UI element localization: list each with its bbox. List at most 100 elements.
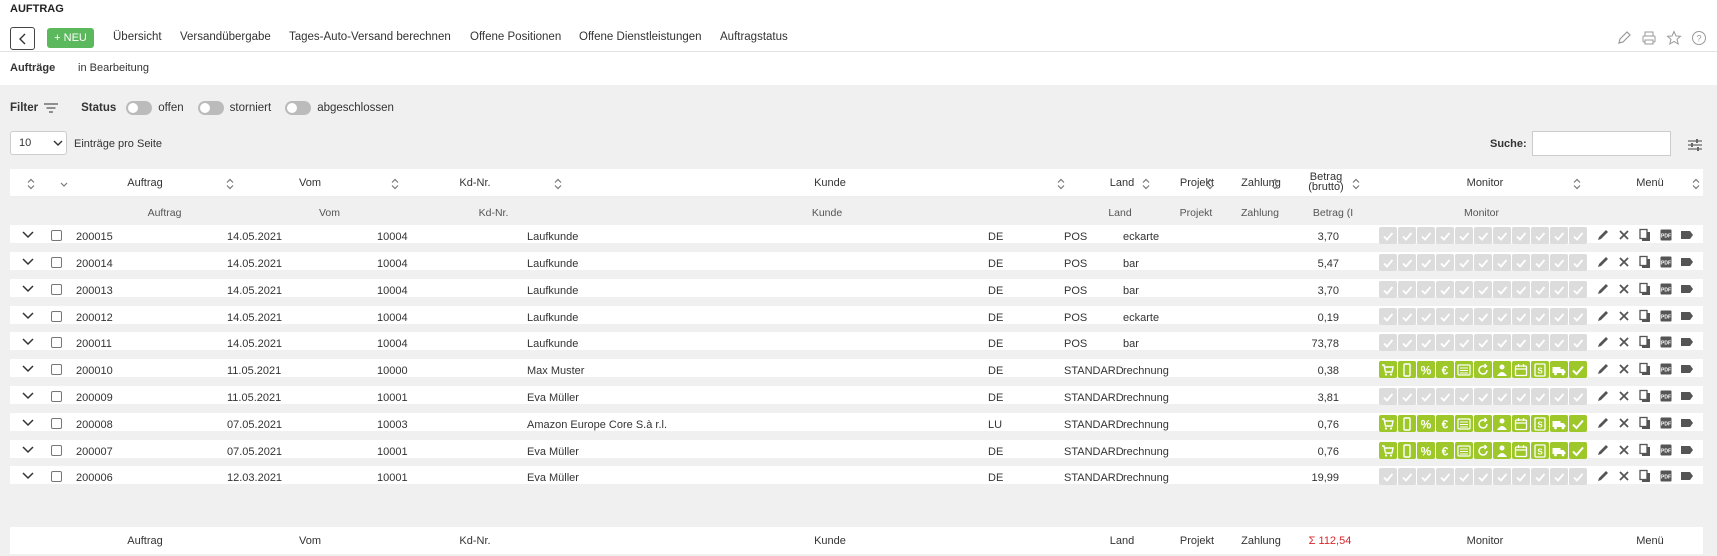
edit-icon[interactable] — [1596, 416, 1610, 430]
sort-icon[interactable] — [1271, 178, 1279, 190]
row-checkbox[interactable] — [51, 391, 62, 402]
tab-offene-dienstleistungen[interactable]: Offene Dienstleistungen — [579, 31, 702, 43]
filter-betrag[interactable]: Betrag (I — [1306, 203, 1360, 223]
col-land[interactable]: Land — [1095, 177, 1149, 189]
copy-icon[interactable] — [1638, 416, 1652, 430]
sort-icon[interactable] — [1573, 178, 1581, 190]
pdf-icon[interactable]: PDF — [1659, 362, 1673, 376]
col-kunde[interactable]: Kunde — [570, 177, 1090, 189]
tag-icon[interactable] — [1680, 443, 1694, 457]
delete-icon[interactable] — [1617, 282, 1631, 296]
row-checkbox[interactable] — [51, 230, 62, 241]
chevron-down-icon[interactable] — [22, 392, 34, 400]
row-checkbox[interactable] — [51, 445, 62, 456]
table-row[interactable]: 200009 11.05.2021 10001 Eva Müller DE STANDAR… — [10, 386, 1703, 410]
tab-versanduebergabe[interactable]: Versandübergabe — [180, 31, 271, 43]
col-monitor[interactable]: Monitor — [1390, 177, 1580, 189]
edit-icon[interactable] — [1596, 443, 1610, 457]
tag-icon[interactable] — [1680, 335, 1694, 349]
column-settings-icon[interactable] — [1687, 138, 1703, 152]
sort-icon[interactable] — [27, 178, 35, 190]
table-row[interactable]: 200011 14.05.2021 10004 Laufkunde DE POS bar 73… — [10, 332, 1703, 356]
edit-icon[interactable] — [1596, 469, 1610, 483]
pdf-icon[interactable]: PDF — [1659, 469, 1673, 483]
delete-icon[interactable] — [1617, 443, 1631, 457]
delete-icon[interactable] — [1617, 309, 1631, 323]
sort-icon[interactable] — [554, 178, 562, 190]
col-vom[interactable]: Vom — [260, 177, 360, 189]
delete-icon[interactable] — [1617, 228, 1631, 242]
pdf-icon[interactable]: PDF — [1659, 389, 1673, 403]
sort-icon[interactable] — [1142, 178, 1150, 190]
filter-kunde[interactable]: Kunde — [587, 203, 1067, 223]
pdf-icon[interactable]: PDF — [1659, 228, 1673, 242]
table-row[interactable]: 200014 14.05.2021 10004 Laufkunde DE POS bar 5,… — [10, 252, 1703, 276]
toggle-offen[interactable] — [126, 101, 153, 115]
row-checkbox[interactable] — [51, 471, 62, 482]
chevron-down-icon[interactable] — [22, 231, 34, 239]
star-icon[interactable] — [1666, 30, 1682, 46]
pdf-icon[interactable]: PDF — [1659, 255, 1673, 269]
tag-icon[interactable] — [1680, 309, 1694, 323]
chevron-down-icon[interactable] — [22, 472, 34, 480]
tag-icon[interactable] — [1680, 416, 1694, 430]
tag-icon[interactable] — [1680, 255, 1694, 269]
edit-icon[interactable] — [1596, 228, 1610, 242]
edit-icon[interactable] — [1596, 335, 1610, 349]
subnav-auftraege[interactable]: Aufträge — [10, 62, 55, 74]
filter-icon[interactable] — [43, 102, 59, 114]
chevron-down-icon[interactable] — [22, 365, 34, 373]
help-icon[interactable]: ? — [1691, 30, 1707, 46]
table-row[interactable]: 200006 12.03.2021 10001 Eva Müller DE STANDAR… — [10, 466, 1703, 490]
pdf-icon[interactable]: PDF — [1659, 416, 1673, 430]
delete-icon[interactable] — [1617, 335, 1631, 349]
copy-icon[interactable] — [1638, 443, 1652, 457]
copy-icon[interactable] — [1638, 389, 1652, 403]
filter-projekt[interactable]: Projekt — [1175, 203, 1217, 223]
filter-monitor[interactable]: Monitor — [1380, 203, 1583, 223]
new-button[interactable]: + NEU — [47, 28, 94, 48]
edit-icon[interactable] — [1596, 362, 1610, 376]
pdf-icon[interactable]: PDF — [1659, 335, 1673, 349]
tag-icon[interactable] — [1680, 362, 1694, 376]
sort-icon[interactable] — [226, 178, 234, 190]
col-zahlung[interactable]: Zahlung — [1231, 177, 1291, 189]
copy-icon[interactable] — [1638, 282, 1652, 296]
row-checkbox[interactable] — [51, 257, 62, 268]
row-checkbox[interactable] — [51, 364, 62, 375]
delete-icon[interactable] — [1617, 389, 1631, 403]
chevron-down-icon[interactable] — [60, 182, 68, 188]
print-icon[interactable] — [1641, 30, 1657, 46]
chevron-down-icon[interactable] — [22, 338, 34, 346]
tag-icon[interactable] — [1680, 389, 1694, 403]
row-checkbox[interactable] — [51, 284, 62, 295]
col-betrag[interactable]: Betrag (brutto) — [1303, 172, 1349, 193]
sort-icon[interactable] — [1692, 178, 1700, 190]
toggle-abgeschlossen[interactable] — [285, 101, 312, 115]
sort-icon[interactable] — [1352, 178, 1360, 190]
tab-auftragstatus[interactable]: Auftragstatus — [720, 31, 788, 43]
copy-icon[interactable] — [1638, 335, 1652, 349]
tag-icon[interactable] — [1680, 228, 1694, 242]
pencil-icon[interactable] — [1616, 30, 1632, 46]
row-checkbox[interactable] — [51, 337, 62, 348]
chevron-down-icon[interactable] — [22, 419, 34, 427]
subnav-in-bearbeitung[interactable]: in Bearbeitung — [78, 62, 149, 74]
col-auftrag[interactable]: Auftrag — [95, 177, 195, 189]
chevron-down-icon[interactable] — [22, 258, 34, 266]
copy-icon[interactable] — [1638, 309, 1652, 323]
delete-icon[interactable] — [1617, 255, 1631, 269]
filter-land[interactable]: Land — [1090, 203, 1150, 223]
filter-auftrag[interactable]: Auftrag — [94, 203, 235, 223]
delete-icon[interactable] — [1617, 362, 1631, 376]
copy-icon[interactable] — [1638, 362, 1652, 376]
edit-icon[interactable] — [1596, 282, 1610, 296]
table-row[interactable]: 200007 07.05.2021 10001 Eva Müller DE STANDAR… — [10, 440, 1703, 464]
copy-icon[interactable] — [1638, 255, 1652, 269]
filter-kdnr[interactable]: Kd-Nr. — [423, 203, 564, 223]
edit-icon[interactable] — [1596, 255, 1610, 269]
table-row[interactable]: 200010 11.05.2021 10000 Max Muster DE STANDAR… — [10, 359, 1703, 383]
sort-icon[interactable] — [391, 178, 399, 190]
pdf-icon[interactable]: PDF — [1659, 443, 1673, 457]
chevron-down-icon[interactable] — [22, 285, 34, 293]
